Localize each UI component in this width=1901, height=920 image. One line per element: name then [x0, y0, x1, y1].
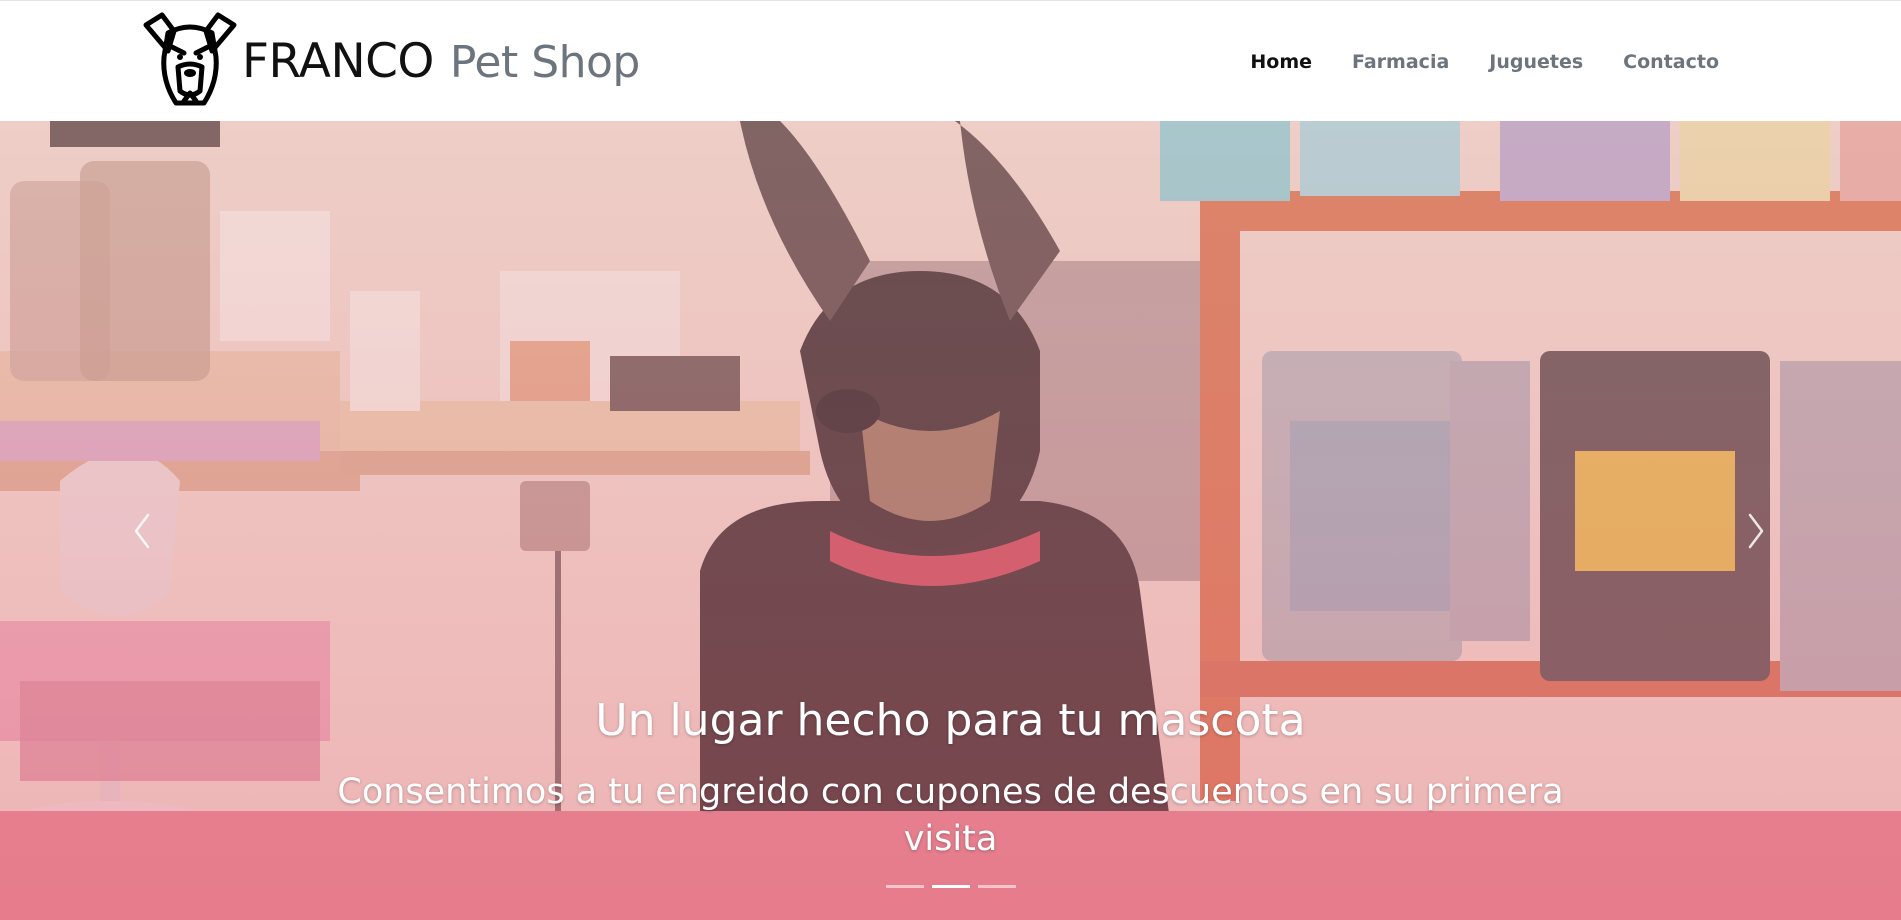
carousel-indicator-2[interactable] — [931, 885, 970, 888]
slide-subtitle-line-2: visita — [903, 819, 998, 860]
chevron-left-icon — [134, 513, 150, 549]
slide-subtitle: Consentimos a tu engreido con cupones de… — [300, 769, 1601, 864]
top-navbar: FRANCO Pet Shop Home Farmacia Juguetes C… — [0, 0, 1901, 121]
nav-home[interactable]: Home — [1230, 51, 1332, 73]
brand-subtitle: Pet Shop — [449, 37, 640, 88]
carousel-indicators — [0, 885, 1901, 888]
slide-title: Un lugar hecho para tu mascota — [595, 695, 1306, 746]
slide-subtitle-line-1: Consentimos a tu engreido con cupones de… — [337, 772, 1564, 812]
nav-juguetes[interactable]: Juguetes — [1469, 51, 1603, 73]
nav-contacto[interactable]: Contacto — [1603, 51, 1739, 73]
carousel-indicator-3[interactable] — [977, 885, 1016, 888]
chevron-right-icon — [1748, 513, 1764, 549]
carousel-prev-button[interactable] — [112, 491, 172, 571]
nav-farmacia[interactable]: Farmacia — [1332, 51, 1469, 73]
carousel-next-button[interactable] — [1726, 491, 1786, 571]
brand[interactable]: FRANCO Pet Shop — [138, 11, 640, 111]
carousel-indicator-1[interactable] — [885, 885, 924, 888]
main-nav: Home Farmacia Juguetes Contacto — [1230, 1, 1739, 122]
hero-carousel: Un lugar hecho para tu mascota Consentim… — [0, 121, 1901, 920]
brand-name: FRANCO — [242, 33, 434, 89]
schnauzer-dog-icon — [143, 12, 237, 106]
